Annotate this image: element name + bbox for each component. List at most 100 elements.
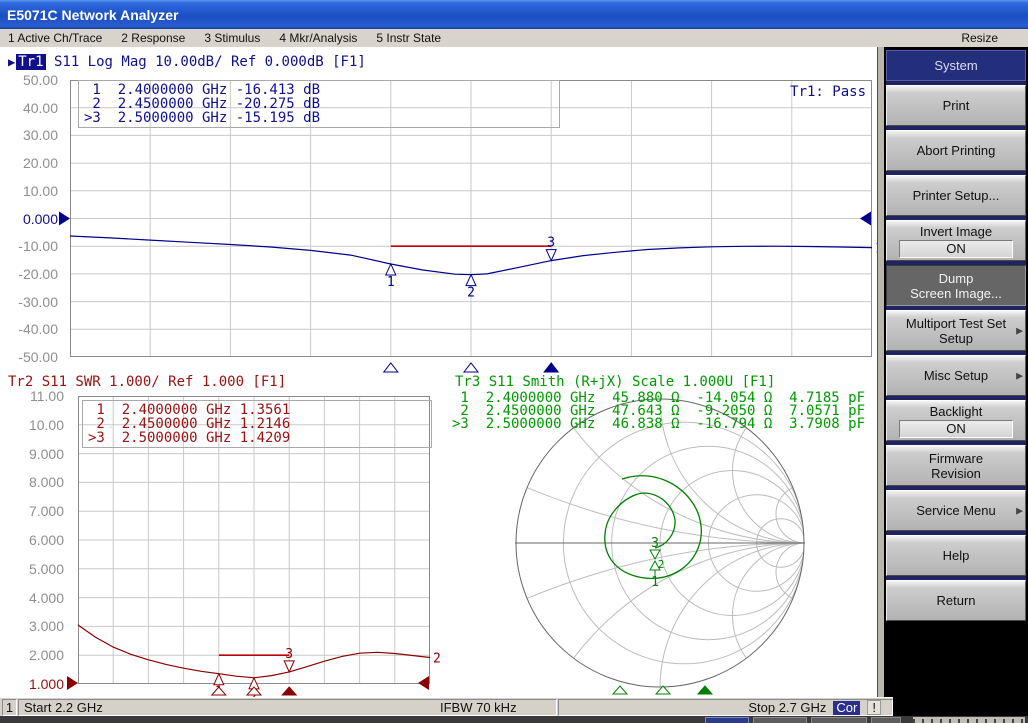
- warning-badge: !: [867, 700, 881, 715]
- y-axis-label: 10.00: [29, 417, 64, 433]
- softkey-label: Help: [943, 548, 970, 563]
- window-title: E5071C Network Analyzer: [7, 7, 178, 23]
- menu-item-5-instr-state[interactable]: 5 Instr State: [376, 31, 441, 45]
- softkey-invert-image[interactable]: Invert ImageON: [886, 220, 1026, 261]
- tr1-format-text: S11 Log Mag 10.00dB/ Ref 0.000dB [F1]: [54, 54, 366, 70]
- y-axis-label: 11.00: [30, 388, 64, 404]
- tr3-marker-cluster[interactable]: 321: [650, 536, 664, 590]
- submenu-arrow-icon: ▶: [1016, 370, 1023, 381]
- clipped-status-segment: [705, 717, 749, 723]
- softkey-print[interactable]: Print: [886, 85, 1026, 126]
- tr2-y-axis: 11.0010.009.0008.0007.0006.0005.0004.000…: [0, 396, 70, 684]
- softkey-label: Setup: [939, 331, 973, 346]
- marker-row: 1 2.4000000 GHz -16.413 dB: [84, 83, 554, 97]
- menu-item-4-mkr-analysis[interactable]: 4 Mkr/Analysis: [279, 31, 357, 45]
- y-axis-label: 0.000: [23, 211, 58, 227]
- menu-bar: 1 Active Ch/Trace 2 Response 3 Stimulus 4 M…: [0, 29, 1028, 48]
- ref-level-arrow-right: [418, 676, 429, 690]
- clipped-status-segment: [811, 717, 867, 723]
- tr1-badge: Tr1: [16, 54, 45, 70]
- softkey-label: Service Menu: [916, 503, 995, 518]
- softkey-multiport-test-set-setup[interactable]: Multiport Test SetSetup ▶: [886, 310, 1026, 351]
- svg-text:3: 3: [285, 647, 293, 662]
- softkey-label: Invert Image: [920, 224, 992, 239]
- softkey-buttons: Print Abort Printing Printer Setup... Inver…: [884, 81, 1028, 621]
- y-axis-label: 9.000: [29, 446, 64, 462]
- y-axis-label: 4.000: [29, 590, 64, 606]
- y-axis-label: 3.000: [29, 618, 64, 634]
- softkey-abort-printing[interactable]: Abort Printing: [886, 130, 1026, 171]
- e5071c-screen: E5071C Network Analyzer 1 Active Ch/Trac…: [0, 0, 1028, 723]
- marker-row: >3 2.5000000 GHz 1.4209: [88, 431, 426, 445]
- softkey-misc-setup[interactable]: Misc Setup▶: [886, 355, 1026, 396]
- clipped-clock-segment: [913, 717, 1025, 723]
- stimulus-marker-1: [384, 363, 398, 372]
- status-bar: 1 Start 2.2 GHz IFBW 70 kHz Stop 2.7 GHz…: [0, 697, 893, 717]
- softkey-return[interactable]: Return: [886, 580, 1026, 621]
- menu-item-2-response[interactable]: 2 Response: [121, 31, 185, 45]
- softkey-printer-setup[interactable]: Printer Setup...: [886, 175, 1026, 216]
- softkey-label: Screen Image...: [910, 286, 1002, 301]
- svg-text:3: 3: [547, 236, 555, 251]
- tr1-marker-table: 1 2.4000000 GHz -16.413 dB 2 2.4500000 G…: [78, 80, 560, 128]
- y-axis-label: 10.00: [23, 183, 58, 199]
- softkey-dump-screen-image[interactable]: DumpScreen Image...: [886, 265, 1026, 306]
- svg-text:2: 2: [467, 286, 475, 301]
- softkey-label: Firmware: [929, 451, 983, 466]
- correction-badge: Cor: [833, 701, 860, 715]
- display-area: ▶Tr1 S11 Log Mag 10.00dB/ Ref 0.000dB [F…: [0, 47, 878, 697]
- tr2-swr-number-label: 2: [433, 652, 441, 667]
- tr3-marker-readout: 1 2.4000000 GHz 45.880 Ω -14.054 Ω 4.718…: [452, 392, 865, 431]
- softkey-firmware-revision[interactable]: FirmwareRevision: [886, 445, 1026, 486]
- svg-text:3: 3: [651, 536, 659, 551]
- toggle-state: ON: [899, 240, 1013, 258]
- y-axis-label: -50.00: [18, 349, 58, 365]
- clipped-instrument-status-strip: [0, 716, 1028, 723]
- stop-frequency: Stop 2.7 GHz: [748, 700, 826, 715]
- softkey-label: Backlight: [930, 404, 983, 419]
- svg-text:1: 1: [387, 275, 395, 290]
- y-axis-label: -40.00: [18, 321, 58, 337]
- y-axis-label: 30.00: [23, 127, 58, 143]
- start-frequency: Start 2.2 GHz: [24, 700, 103, 715]
- tr3-stimulus-marker-3: [698, 686, 712, 694]
- tr1-limit-result: Tr1: Pass: [700, 84, 866, 100]
- active-trace-arrow-icon: ▶: [8, 55, 15, 69]
- ref-level-arrow-left: [59, 212, 70, 226]
- tr3-smith-chart: 321: [515, 398, 805, 688]
- softkey-help[interactable]: Help: [886, 535, 1026, 576]
- tr3-stimulus-marker-1: [613, 686, 627, 694]
- softkey-backlight[interactable]: BacklightON: [886, 400, 1026, 441]
- tr3-header[interactable]: Tr3 S11 Smith (R+jX) Scale 1.000U [F1]: [455, 374, 775, 390]
- marker-row: 1 2.4000000 GHz 1.3561: [88, 403, 426, 417]
- submenu-arrow-icon: ▶: [1016, 505, 1023, 516]
- softkey-label: Multiport Test Set: [906, 316, 1006, 331]
- softkey-label: Printer Setup...: [913, 188, 1000, 203]
- stimulus-marker-2: [464, 363, 478, 372]
- softkey-service-menu[interactable]: Service Menu ▶: [886, 490, 1026, 531]
- softkey-label: Return: [936, 593, 975, 608]
- tr1-y-axis: 50.0040.0030.0020.0010.000.000-10.00-20.…: [0, 80, 64, 357]
- ref-level-arrow-right: [860, 212, 871, 226]
- tr2-swr-marker-1[interactable]: 1: [212, 674, 226, 700]
- y-axis-label: 50.00: [23, 72, 58, 88]
- tr2-marker-table: 1 2.4000000 GHz 1.3561 2 2.4500000 GHz 1…: [82, 400, 432, 448]
- marker-row: >3 2.5000000 GHz -15.195 dB: [84, 111, 554, 125]
- toggle-state: ON: [899, 420, 1013, 438]
- softkey-label: Abort Printing: [917, 143, 996, 158]
- status-right-group: Stop 2.7 GHz Cor !: [748, 700, 881, 715]
- stimulus-marker-3: [544, 363, 558, 372]
- ref-level-arrow-left: [67, 676, 78, 690]
- y-axis-label: 7.000: [29, 503, 64, 519]
- y-axis-label: 6.000: [29, 532, 64, 548]
- y-axis-label: -10.00: [18, 238, 58, 254]
- menu-item-3-stimulus[interactable]: 3 Stimulus: [204, 31, 260, 45]
- menu-item-1-active-ch-trace[interactable]: 1 Active Ch/Trace: [8, 31, 102, 45]
- y-axis-label: -30.00: [18, 294, 58, 310]
- ifbw-value: IFBW 70 kHz: [440, 700, 517, 715]
- channel-number: 1: [2, 699, 17, 716]
- tr1-header[interactable]: ▶Tr1 S11 Log Mag 10.00dB/ Ref 0.000dB [F…: [8, 54, 366, 70]
- submenu-arrow-icon: ▶: [1016, 325, 1023, 336]
- resize-button[interactable]: Resize: [961, 31, 998, 45]
- marker-row: 2 2.4500000 GHz -20.275 dB: [84, 97, 554, 111]
